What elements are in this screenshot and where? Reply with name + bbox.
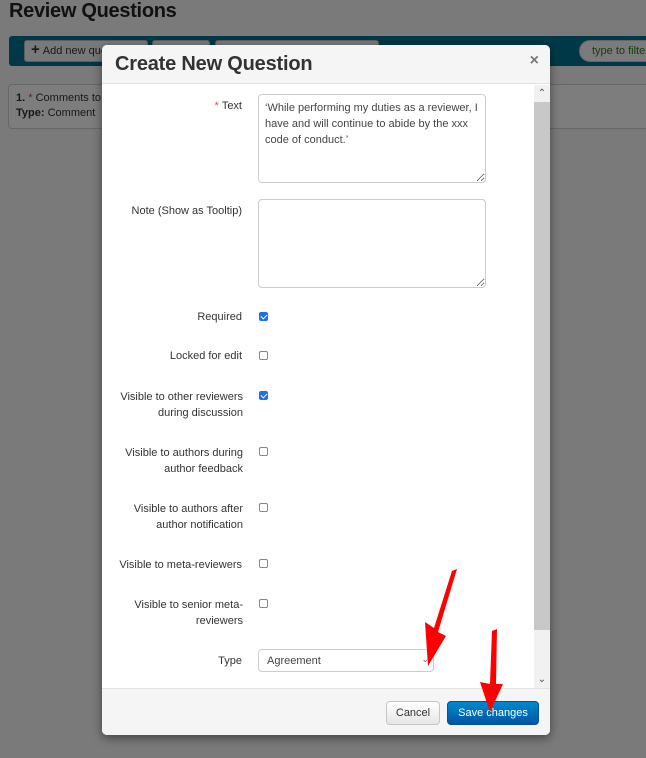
visible-authors-feedback-checkbox[interactable] — [259, 447, 268, 456]
required-mark: * — [214, 100, 219, 112]
visible-senior-meta-checkbox[interactable] — [259, 599, 268, 608]
visible-meta-reviewers-checkbox[interactable] — [259, 559, 268, 568]
visible-authors-feedback-label: Visible to authors during author feedbac… — [125, 447, 243, 475]
create-question-modal: Create New Question × *Text Note (Show a… — [102, 45, 550, 735]
visible-authors-notification-checkbox[interactable] — [259, 503, 268, 512]
scroll-down-icon[interactable]: ⌄ — [534, 671, 550, 688]
text-label-text: Text — [221, 100, 242, 112]
required-checkbox[interactable] — [259, 312, 268, 321]
type-select[interactable]: Agreement ⌄ — [258, 649, 434, 672]
save-changes-button[interactable]: Save changes — [447, 701, 539, 725]
scroll-thumb[interactable] — [534, 102, 550, 630]
modal-scrollbar[interactable]: ⌃ ⌄ — [534, 85, 550, 688]
visible-reviewers-label: Visible to other reviewers during discus… — [120, 391, 243, 419]
close-icon[interactable]: × — [530, 52, 539, 70]
required-label: Required — [197, 311, 242, 323]
cancel-button[interactable]: Cancel — [386, 701, 440, 725]
visible-reviewers-checkbox[interactable] — [259, 391, 268, 400]
modal-footer: Cancel Save changes — [102, 688, 550, 735]
modal-title: Create New Question — [115, 53, 313, 75]
visible-senior-meta-label: Visible to senior meta-reviewers — [134, 599, 243, 627]
note-label: Note (Show as Tooltip) — [131, 205, 242, 217]
locked-label: Locked for edit — [169, 350, 242, 362]
type-label: Type — [218, 655, 242, 667]
type-selected-value: Agreement — [267, 655, 321, 667]
visible-authors-notification-label: Visible to authors after author notifica… — [133, 503, 243, 531]
text-field[interactable] — [258, 94, 486, 183]
note-field[interactable] — [258, 199, 486, 288]
modal-header: Create New Question × — [102, 45, 550, 84]
locked-checkbox[interactable] — [259, 351, 268, 360]
visible-meta-reviewers-label: Visible to meta-reviewers — [119, 559, 242, 571]
chevron-down-icon: ⌄ — [421, 654, 429, 664]
scroll-up-icon[interactable]: ⌃ — [534, 85, 550, 102]
modal-body: *Text Note (Show as Tooltip) Required Lo… — [102, 85, 550, 688]
text-label: * Text — [102, 98, 242, 114]
